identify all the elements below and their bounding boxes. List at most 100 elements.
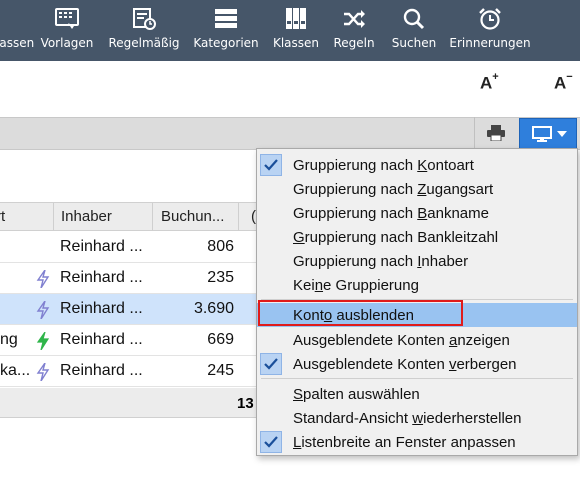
check-icon (260, 431, 282, 453)
menu-text: ontoart (427, 157, 474, 174)
cell-inhaber: Reinhard ... (60, 331, 143, 348)
menu-text: Gruppierung nach (293, 253, 418, 270)
menu-text: istenbreite an Fenster anpassen (301, 434, 516, 451)
template-icon (55, 8, 79, 29)
decrease-font-letter: A (554, 73, 567, 93)
search-icon (403, 8, 425, 30)
column-separator (152, 203, 153, 231)
shuffle-icon (344, 10, 365, 28)
menu-item-group-by-owner[interactable]: Gruppierung nach Inhaber (257, 249, 577, 273)
cell-inhaber: Reinhard ... (60, 269, 143, 286)
increase-font-plus: + (492, 71, 499, 83)
table-header: rt Inhaber Buchun... ( (0, 202, 258, 231)
print-button[interactable] (474, 117, 518, 150)
toolbar-regelmaessig[interactable]: Regelmäßig (104, 0, 184, 61)
menu-text: ugangsart (426, 181, 494, 198)
lightning-icon (36, 363, 50, 381)
menu-text: Ausgeblendete Konten (293, 332, 449, 349)
column-header-inhaber[interactable]: Inhaber (61, 208, 112, 225)
decrease-font-minus: − (566, 71, 573, 83)
printer-icon (487, 125, 505, 141)
table-row[interactable]: Reinhard ... 806 (0, 232, 258, 263)
menu-text: Kei (293, 277, 315, 294)
toolbar-klassen-label: Klassen (272, 36, 320, 50)
cell-art: ka... (0, 362, 31, 379)
toolbar-kategorien[interactable]: Kategorien (192, 0, 260, 61)
toolbar-vorlagen[interactable]: Vorlagen (38, 0, 96, 61)
column-header-buchungen[interactable]: Buchun... (161, 208, 224, 225)
toolbar-erinnerungen[interactable]: Erinnerungen (448, 0, 532, 61)
cell-buchungen: 806 (207, 238, 234, 255)
table-total-row: 13 (0, 388, 258, 418)
toolbar-klassen[interactable]: Klassen (268, 0, 324, 61)
lightning-icon (36, 332, 50, 350)
menu-text: ankname (427, 205, 489, 222)
menu-text: iederherstellen (423, 410, 522, 427)
cell-buchungen: 669 (207, 331, 234, 348)
categories-icon (215, 9, 237, 28)
menu-item-select-columns[interactable]: Spalten auswählen (257, 382, 577, 406)
menu-item-show-hidden-accounts[interactable]: Ausgeblendete Konten anzeigen (257, 328, 577, 352)
menu-mnemonic: G (293, 229, 305, 246)
menu-item-group-by-access-type[interactable]: Gruppierung nach Zugangsart (257, 177, 577, 201)
menu-item-fit-list-width[interactable]: Listenbreite an Fenster anpassen (257, 430, 577, 454)
view-options-button[interactable] (519, 118, 577, 149)
alarm-clock-icon (479, 8, 501, 30)
menu-text: e Gruppierung (323, 277, 419, 294)
toolbar-vorlagen-label: Vorlagen (40, 36, 94, 50)
column-separator (53, 203, 54, 231)
toolbar-suchen-label: Suchen (391, 36, 437, 50)
menu-text: Gruppierung nach (293, 181, 418, 198)
lightning-icon (36, 301, 50, 319)
menu-item-group-by-bank-name[interactable]: Gruppierung nach Bankname (257, 201, 577, 225)
menu-separator (261, 378, 573, 379)
menu-text: Gruppierung nach (293, 157, 418, 174)
menu-text: Standard-Ansicht (293, 410, 413, 427)
menu-mnemonic: K (417, 157, 428, 174)
chevron-down-icon (557, 131, 567, 137)
check-icon (260, 353, 282, 375)
table-row[interactable]: Reinhard ... 235 (0, 263, 258, 294)
monitor-icon (532, 126, 552, 142)
increase-font-button[interactable]: A+ (480, 71, 499, 94)
toolbar-kategorien-label: Kategorien (193, 36, 259, 50)
column-separator (238, 203, 239, 231)
menu-mnemonic: w (412, 410, 424, 427)
classes-icon (286, 8, 306, 29)
increase-font-letter: A (480, 73, 493, 93)
highlight-annotation (258, 300, 463, 326)
toolbar-regelmaessig-label: Regelmäßig (108, 36, 180, 50)
cell-buchungen: 235 (207, 269, 234, 286)
cell-inhaber: Reinhard ... (60, 238, 143, 255)
menu-item-hide-hidden-accounts[interactable]: Ausgeblendete Konten verbergen (257, 352, 577, 376)
toolbar-suchen[interactable]: Suchen (388, 0, 440, 61)
column-header-art[interactable]: rt (0, 208, 5, 225)
toolbar-regeln-label: Regeln (333, 36, 375, 50)
menu-text: erbergen (456, 356, 517, 373)
menu-text: palten auswählen (303, 386, 420, 403)
table-row-selected[interactable]: Reinhard ... 3.690 (0, 294, 258, 325)
cell-buchungen: 3.690 (193, 300, 234, 317)
menu-text: Ausgeblendete Konten (293, 356, 449, 373)
toolbar-regeln[interactable]: Regeln (330, 0, 378, 61)
menu-text: nhaber (421, 253, 469, 270)
menu-mnemonic: B (417, 205, 428, 222)
menu-mnemonic: n (314, 277, 324, 294)
toolbar-accounts-label: lassen (0, 36, 35, 50)
decrease-font-button[interactable]: A− (554, 71, 573, 94)
toolbar-accounts[interactable]: lassen (0, 0, 35, 61)
menu-mnemonic: S (293, 386, 304, 403)
toolbar-erinnerungen-label: Erinnerungen (449, 36, 531, 50)
table-row[interactable]: ka... Reinhard ... 245 (0, 356, 258, 387)
cell-inhaber: Reinhard ... (60, 300, 143, 317)
menu-text: nzeigen (457, 332, 510, 349)
menu-item-no-grouping[interactable]: Keine Gruppierung (257, 273, 577, 297)
total-value: 13 (237, 395, 254, 412)
menu-text: ruppierung nach Bankleitzahl (304, 229, 499, 246)
table-row[interactable]: ng Reinhard ... 669 (0, 325, 258, 356)
menu-item-restore-default-view[interactable]: Standard-Ansicht wiederherstellen (257, 406, 577, 430)
main-toolbar: lassen Vorlagen Regelmäßig Kategorien Kl… (0, 0, 580, 61)
lightning-icon (36, 270, 50, 288)
menu-item-group-by-account-type[interactable]: Gruppierung nach Kontoart (257, 153, 577, 177)
menu-item-group-by-bank-code[interactable]: Gruppierung nach Bankleitzahl (257, 225, 577, 249)
